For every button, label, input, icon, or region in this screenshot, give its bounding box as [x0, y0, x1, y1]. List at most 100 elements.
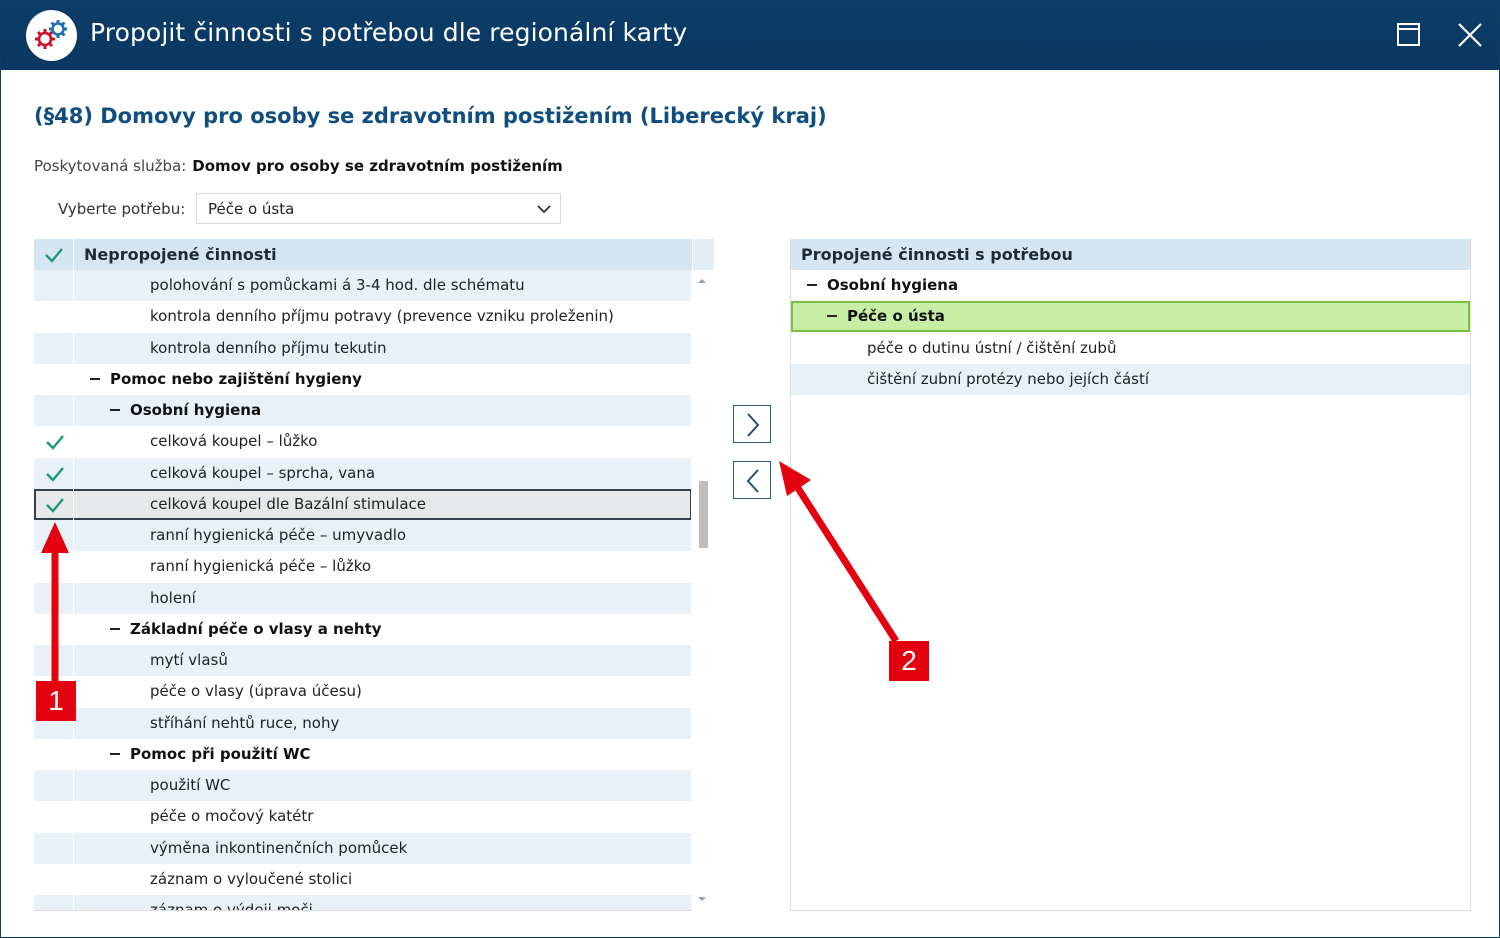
row-label: záznam o výdeji moči — [150, 901, 313, 911]
row-checkbox[interactable] — [34, 551, 74, 583]
collapse-icon[interactable] — [90, 377, 100, 380]
tree-group-row[interactable]: Pomoc nebo zajištění hygieny — [34, 363, 692, 395]
tree-group-row[interactable]: Osobní hygiena — [34, 395, 692, 426]
need-select[interactable]: Péče o ústa — [196, 193, 561, 224]
row-checkbox[interactable] — [34, 488, 74, 520]
collapse-icon[interactable] — [110, 409, 120, 411]
gears-icon — [26, 10, 77, 61]
activity-row[interactable]: záznam o vyloučené stolici — [34, 863, 692, 895]
unlink-button[interactable] — [733, 461, 771, 499]
linked-group-row[interactable]: Péče o ústa — [791, 301, 1470, 333]
row-label: Péče o ústa — [847, 307, 945, 326]
row-checkbox[interactable] — [34, 457, 74, 489]
activity-row[interactable]: péče o vlasy (úprava účesu) — [34, 676, 692, 708]
unlinked-activities-panel: Nepropojené činnosti polohování s pomůck… — [34, 239, 714, 911]
row-label: Pomoc nebo zajištění hygieny — [110, 369, 362, 388]
row-checkbox[interactable] — [34, 613, 74, 645]
need-select-label: Vyberte potřebu: — [58, 200, 186, 218]
activity-row[interactable]: celková koupel – sprcha, vana — [34, 457, 692, 489]
row-label: péče o močový katétr — [150, 807, 314, 826]
activity-row[interactable]: stříhání nehtů ruce, nohy — [34, 707, 692, 739]
check-icon — [46, 435, 64, 451]
row-checkbox[interactable] — [34, 520, 74, 551]
tree-group-row[interactable]: Základní péče o vlasy a nehty — [34, 613, 692, 645]
row-checkbox[interactable] — [34, 738, 74, 770]
row-label: Osobní hygiena — [827, 276, 959, 294]
maximize-icon — [1397, 23, 1420, 46]
annotation-badge-2: 2 — [889, 641, 929, 681]
linked-activities-header: Propojené činnosti s potřebou — [791, 239, 1470, 270]
unlinked-activities-header: Nepropojené činnosti — [34, 239, 714, 270]
close-button[interactable] — [1448, 13, 1492, 57]
row-label: kontrola denního příjmu tekutin — [150, 338, 387, 357]
activity-row[interactable]: ranní hygienická péče – umyvadlo — [34, 520, 692, 551]
row-label: ranní hygienická péče – lůžko — [150, 557, 372, 576]
row-label: polohování s pomůckami á 3-4 hod. dle sc… — [150, 276, 525, 294]
scroll-up-icon[interactable] — [698, 279, 706, 283]
linked-group-row[interactable]: Osobní hygiena — [791, 270, 1470, 301]
row-label: celková koupel dle Bazální stimulace — [150, 494, 426, 513]
linked-activity-row[interactable]: čištění zubní protézy nebo jejích částí — [791, 363, 1470, 395]
row-label: celková koupel – lůžko — [150, 432, 318, 451]
linked-activities-panel: Propojené činnosti s potřebou Osobní hyg… — [790, 239, 1471, 911]
row-checkbox[interactable] — [34, 395, 74, 426]
row-checkbox[interactable] — [34, 645, 74, 676]
row-checkbox[interactable] — [34, 832, 74, 864]
activity-row[interactable]: výměna inkontinenčních pomůcek — [34, 832, 692, 864]
row-checkbox[interactable] — [34, 426, 74, 458]
linked-activity-row[interactable]: péče o dutinu ústní / čištění zubů — [791, 333, 1470, 364]
row-label: Pomoc při použití WC — [130, 744, 311, 763]
chevron-right-icon — [747, 413, 760, 437]
scrollbar[interactable] — [691, 270, 714, 911]
collapse-icon[interactable] — [827, 315, 837, 318]
row-checkbox[interactable] — [34, 801, 74, 833]
header-filler — [692, 239, 714, 270]
window-title: Propojit činnosti s potřebou dle regioná… — [90, 18, 688, 47]
activity-row[interactable]: použití WC — [34, 770, 692, 801]
row-checkbox[interactable] — [34, 863, 74, 895]
row-label: péče o dutinu ústní / čištění zubů — [867, 338, 1117, 357]
collapse-icon[interactable] — [110, 627, 120, 630]
linked-activities-title: Propojené činnosti s potřebou — [801, 245, 1073, 264]
activity-row[interactable]: kontrola denního příjmu potravy (prevenc… — [34, 301, 692, 333]
service-value: Domov pro osoby se zdravotním postižením — [192, 157, 563, 175]
row-checkbox[interactable] — [34, 895, 74, 910]
link-button[interactable] — [733, 405, 771, 443]
collapse-icon[interactable] — [110, 752, 120, 755]
row-label: péče o vlasy (úprava účesu) — [150, 682, 362, 701]
service-info: Poskytovaná služba: Domov pro osoby se zd… — [34, 157, 563, 175]
maximize-button[interactable] — [1387, 13, 1431, 57]
unlinked-activities-title: Nepropojené činnosti — [84, 245, 277, 264]
select-all-checkbox[interactable] — [34, 239, 74, 270]
activity-row[interactable]: kontrola denního příjmu tekutin — [34, 332, 692, 364]
activity-row[interactable]: ranní hygienická péče – lůžko — [34, 551, 692, 583]
row-checkbox[interactable] — [34, 582, 74, 614]
need-select-value: Péče o ústa — [208, 200, 295, 218]
row-checkbox[interactable] — [34, 363, 74, 395]
activity-row[interactable]: polohování s pomůckami á 3-4 hod. dle sc… — [34, 270, 692, 301]
row-label: Základní péče o vlasy a nehty — [130, 619, 382, 638]
row-label: výměna inkontinenčních pomůcek — [150, 838, 408, 857]
row-label: Osobní hygiena — [130, 401, 262, 419]
activity-row[interactable]: záznam o výdeji moči — [34, 895, 692, 911]
row-checkbox[interactable] — [34, 270, 74, 301]
row-checkbox[interactable] — [34, 332, 74, 364]
close-icon — [1458, 23, 1482, 47]
collapse-icon[interactable] — [807, 284, 817, 286]
row-checkbox[interactable] — [34, 770, 74, 801]
row-label: záznam o vyloučené stolici — [150, 869, 353, 888]
title-bar: Propojit činnosti s potřebou dle regioná… — [1, 1, 1499, 70]
activity-row[interactable]: celková koupel dle Bazální stimulace — [34, 488, 692, 520]
tree-group-row[interactable]: Pomoc při použití WC — [34, 738, 692, 770]
check-icon — [46, 466, 64, 482]
chevron-left-icon — [746, 469, 759, 493]
annotation-badge-1: 1 — [36, 681, 76, 721]
row-checkbox[interactable] — [34, 301, 74, 333]
row-label: mytí vlasů — [150, 651, 228, 669]
activity-row[interactable]: mytí vlasů — [34, 645, 692, 676]
activity-row[interactable]: péče o močový katétr — [34, 801, 692, 833]
scrollbar-thumb[interactable] — [699, 481, 708, 548]
activity-row[interactable]: holení — [34, 582, 692, 614]
activity-row[interactable]: celková koupel – lůžko — [34, 426, 692, 458]
scroll-down-icon[interactable] — [698, 897, 706, 901]
